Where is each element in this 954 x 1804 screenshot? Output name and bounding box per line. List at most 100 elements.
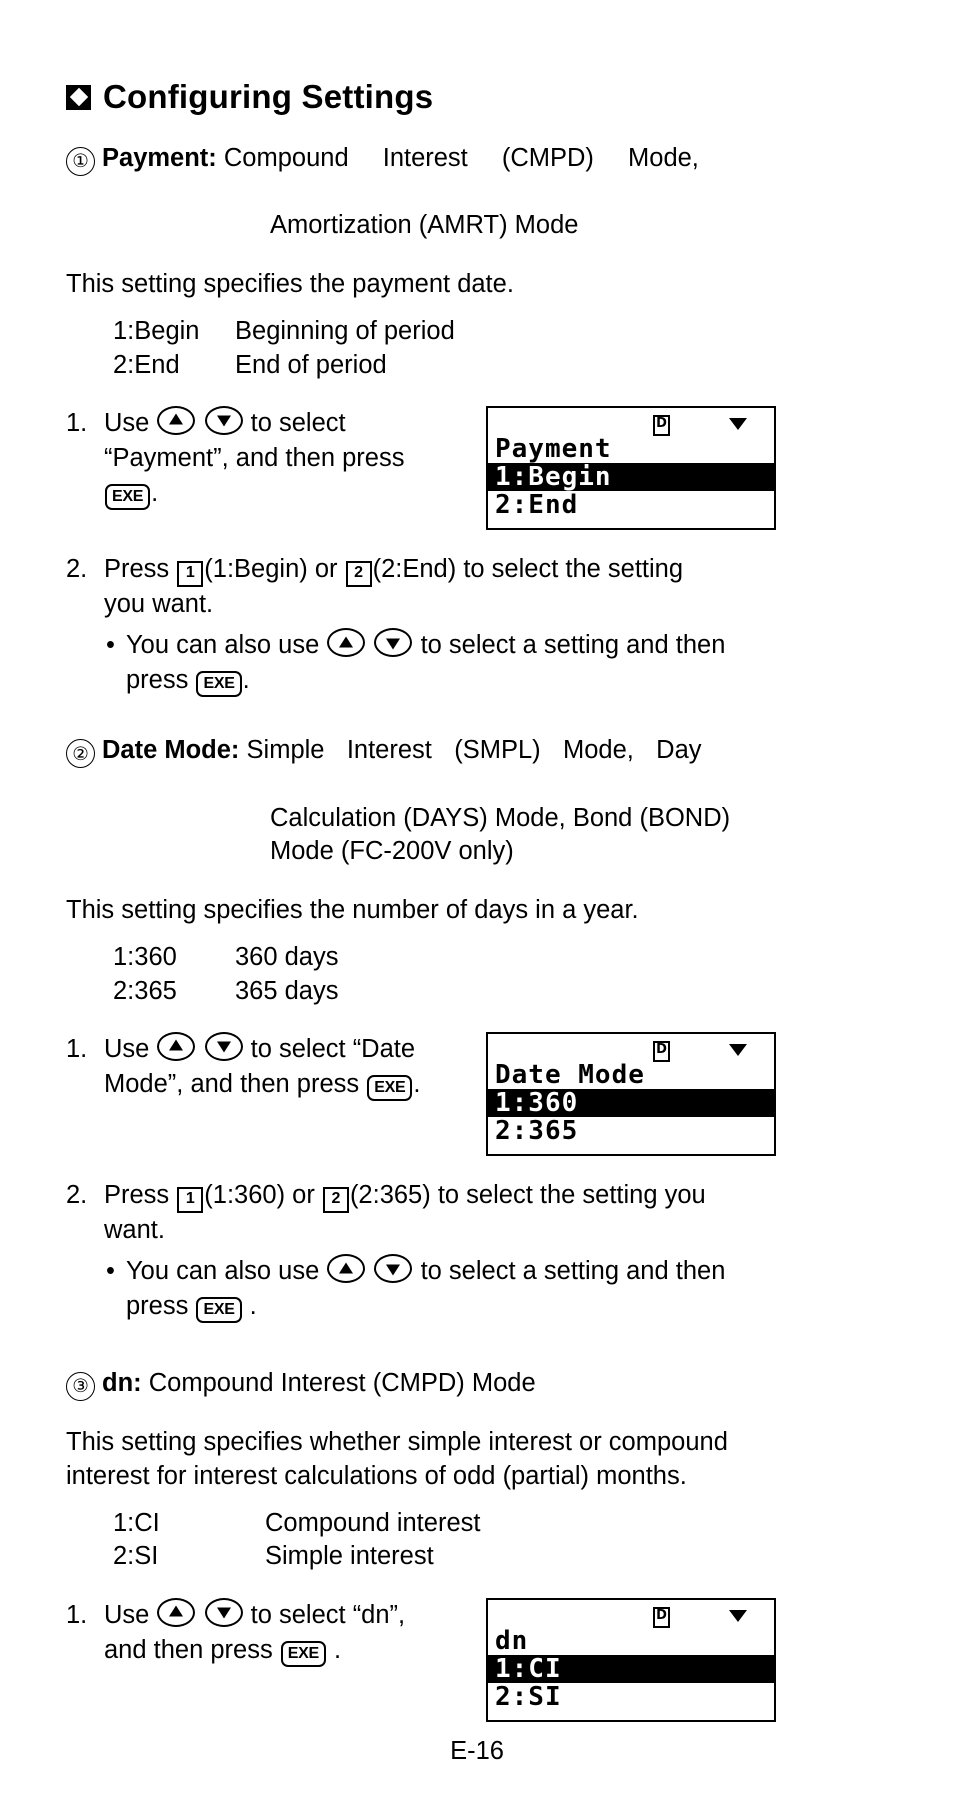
option-value: End of period bbox=[235, 350, 387, 379]
arrow-up-key-icon[interactable] bbox=[327, 628, 366, 658]
step-text-c: and then press bbox=[104, 1635, 273, 1664]
list-item: 1:CI Compound interest bbox=[113, 1507, 776, 1540]
option-key: 2:365 bbox=[113, 976, 177, 1005]
datemode-intro: This setting specifies the number of day… bbox=[66, 896, 639, 925]
step-text-d: you want. bbox=[104, 589, 214, 618]
bullet-text-c: press bbox=[126, 666, 189, 695]
page-title: Configuring Settings bbox=[66, 78, 776, 116]
section-dn-header: ③ dn: Compound Interest (CMPD) Mode bbox=[66, 1367, 776, 1401]
section-number-3: ③ bbox=[66, 1371, 95, 1401]
section-desc-dn-line1: Compound Interest (CMPD) Mode bbox=[148, 1368, 536, 1397]
lcd-line-3: 2:End bbox=[495, 489, 579, 520]
datemode-bullet: • You can also use to select a setting a… bbox=[84, 1254, 776, 1324]
exe-key-icon[interactable]: EXE bbox=[105, 484, 151, 511]
arrow-up-key-icon[interactable] bbox=[157, 405, 196, 435]
page-footer: E-16 bbox=[450, 1737, 504, 1765]
option-key: 1:360 bbox=[113, 943, 177, 972]
lcd-line-3: 2:365 bbox=[495, 1115, 579, 1146]
dn-intro-line2: interest for interest calculations of od… bbox=[66, 1461, 687, 1490]
step-number: 2. bbox=[66, 1180, 88, 1209]
option-key: 2:SI bbox=[113, 1542, 159, 1571]
section-desc-payment-line2: Amortization (AMRT) Mode bbox=[270, 211, 579, 240]
number-key-1-icon[interactable]: 1 bbox=[177, 560, 204, 587]
arrow-down-key-icon[interactable] bbox=[374, 1254, 413, 1284]
exe-key-icon[interactable]: EXE bbox=[196, 671, 242, 698]
number-key-2-icon[interactable]: 2 bbox=[345, 560, 372, 587]
section-payment-header: ① Payment: Compound Interest (CMPD) Mode… bbox=[66, 142, 776, 243]
list-item: 1:Begin Beginning of period bbox=[113, 315, 776, 348]
lcd-d-indicator-icon: D bbox=[653, 414, 670, 436]
number-key-2-icon[interactable]: 2 bbox=[322, 1186, 349, 1213]
number-key-1-icon[interactable]: 1 bbox=[177, 1186, 204, 1213]
section-label-dn: dn: bbox=[102, 1368, 142, 1397]
arrow-down-key-icon[interactable] bbox=[374, 628, 413, 658]
step-text-c: (2:End) to select the setting bbox=[372, 554, 684, 583]
arrow-up-key-icon[interactable] bbox=[327, 1254, 366, 1284]
lcd-line-1: Date Mode bbox=[495, 1059, 645, 1090]
arrow-up-key-icon[interactable] bbox=[157, 1597, 196, 1627]
payment-intro: This setting specifies the payment date. bbox=[66, 269, 514, 298]
bullet-text-b: to select a setting and then bbox=[420, 631, 726, 660]
dn-intro: This setting specifies whether simple in… bbox=[66, 1425, 776, 1494]
bullet-text-d: . bbox=[249, 1292, 257, 1321]
step-text-b: (1:Begin) or bbox=[204, 554, 338, 583]
section-desc-payment-line1: Compound Interest (CMPD) Mode, bbox=[223, 144, 699, 172]
section-datemode-header: ② Date Mode: Simple Interest (SMPL) Mode… bbox=[66, 734, 776, 869]
dn-step1-row: 1. Use to select “dn”, and then press EX… bbox=[66, 1597, 776, 1722]
list-item: 2:End End of period bbox=[113, 349, 776, 382]
step-text-d: want. bbox=[104, 1215, 165, 1244]
step-number: 1. bbox=[66, 408, 88, 437]
step-text-b: to select “dn”, bbox=[250, 1600, 406, 1629]
datemode-step2: 2. Press 1 (1:360) or 2 (2:365) to select … bbox=[66, 1178, 776, 1248]
bullet-text-a: You can also use bbox=[126, 1257, 320, 1286]
bullet-text-c: press bbox=[126, 1292, 189, 1321]
step-text-a: Use bbox=[104, 1600, 150, 1629]
page-title-text: Configuring Settings bbox=[103, 78, 434, 115]
lcd-d-indicator-icon: D bbox=[653, 1040, 670, 1062]
exe-key-icon[interactable]: EXE bbox=[196, 1297, 242, 1324]
payment-bullet: • You can also use to select a setting a… bbox=[84, 628, 776, 698]
page-content: Configuring Settings ① Payment: Compound… bbox=[66, 78, 776, 1722]
arrow-down-key-icon[interactable] bbox=[204, 1597, 243, 1627]
step-text-d: . bbox=[334, 1635, 342, 1664]
step-text-b: to select bbox=[250, 408, 346, 437]
step-text-a: Press bbox=[104, 554, 170, 583]
lcd-lines: Payment 1:Begin 2:End bbox=[488, 433, 775, 520]
bullet-text-d: . bbox=[242, 666, 250, 695]
step-text-d: . bbox=[413, 1069, 421, 1098]
lcd-down-arrow-icon bbox=[729, 1609, 747, 1622]
section-desc-datemode-line1: Simple Interest (SMPL) Mode, Day bbox=[246, 736, 702, 765]
arrow-down-key-icon[interactable] bbox=[204, 405, 243, 435]
exe-key-icon[interactable]: EXE bbox=[367, 1074, 413, 1101]
lcd-d-indicator-icon: D bbox=[653, 1606, 670, 1628]
option-key: 1:CI bbox=[113, 1509, 160, 1538]
arrow-up-key-icon[interactable] bbox=[157, 1031, 196, 1061]
section-number-2: ② bbox=[66, 739, 95, 769]
step-text-c: Mode”, and then press bbox=[104, 1069, 360, 1098]
section-desc-datemode-line3: Mode (FC-200V only) bbox=[270, 837, 514, 866]
dn-step1-text: 1. Use to select “dn”, and then press EX… bbox=[66, 1597, 486, 1668]
option-value: Compound interest bbox=[265, 1509, 481, 1538]
lcd-line-1: dn bbox=[495, 1625, 529, 1656]
exe-key-icon[interactable]: EXE bbox=[280, 1640, 326, 1667]
dn-option-list: 1:CI Compound interest 2:SI Simple inter… bbox=[113, 1507, 776, 1573]
step-text-a: Use bbox=[104, 408, 150, 437]
arrow-down-key-icon[interactable] bbox=[204, 1031, 243, 1061]
section-label-datemode: Date Mode: bbox=[102, 736, 240, 765]
lcd-display-payment: D Payment 1:Begin 2:End bbox=[486, 405, 776, 530]
datemode-lcd-wrap: D Date Mode 1:360 2:365 bbox=[486, 1031, 776, 1156]
payment-step1-row: 1. Use to select “Payment”, and then pre… bbox=[66, 405, 776, 530]
step-text-c: “Payment”, and then press bbox=[104, 443, 405, 472]
option-value: Simple interest bbox=[265, 1542, 434, 1571]
section-label-payment: Payment: bbox=[102, 144, 217, 172]
lcd-line-1: Payment bbox=[495, 433, 612, 464]
lcd-indicator-bar: D bbox=[488, 413, 774, 436]
diamond-bullet-icon bbox=[66, 84, 91, 110]
lcd-line-2-selected: 1:CI bbox=[488, 1654, 775, 1683]
payment-step1-text: 1. Use to select “Payment”, and then pre… bbox=[66, 405, 486, 512]
option-value: 360 days bbox=[235, 943, 339, 972]
step-text-a: Press bbox=[104, 1180, 170, 1209]
payment-step2: 2. Press 1 (1:Begin) or 2 (2:End) to selec… bbox=[66, 552, 776, 622]
step-text-b: to select “Date bbox=[250, 1034, 416, 1063]
lcd-lines: Date Mode 1:360 2:365 bbox=[488, 1059, 775, 1146]
